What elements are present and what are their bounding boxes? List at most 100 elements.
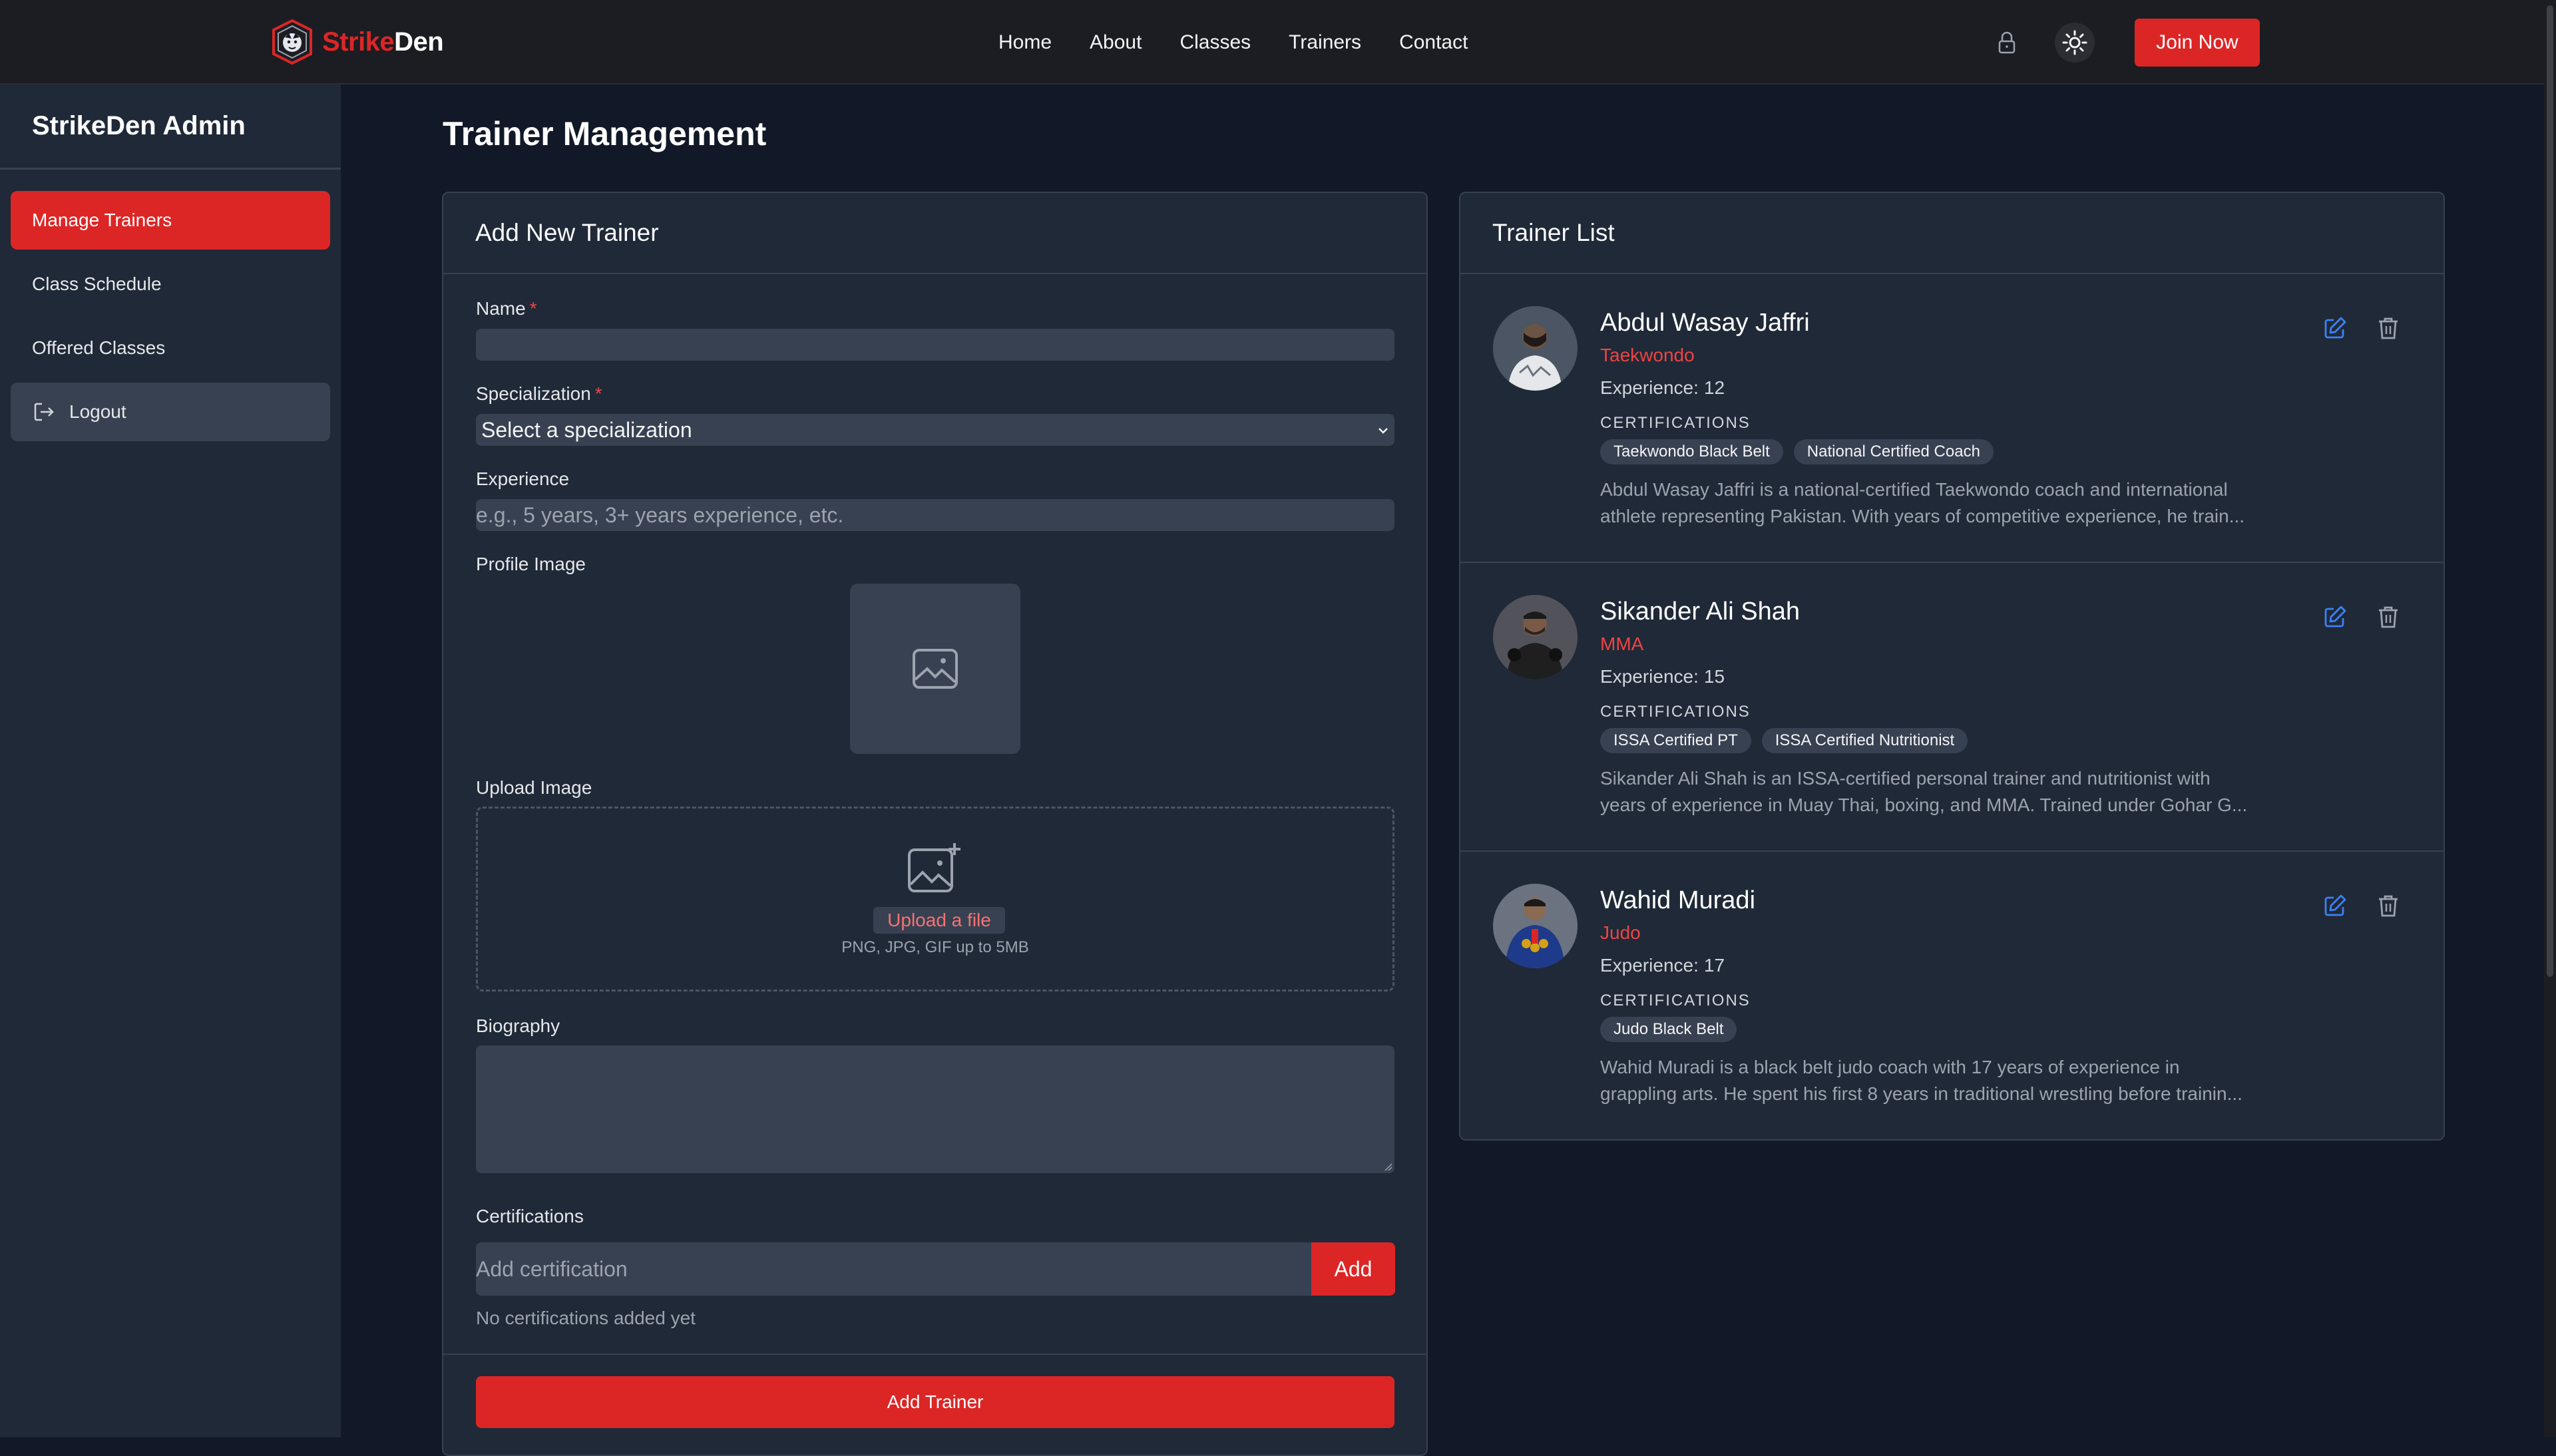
experience-label: Experience: (1600, 955, 1699, 976)
avatar (1493, 595, 1578, 679)
main-nav: Home About Classes Trainers Contact (998, 0, 1506, 85)
nav-link-contact[interactable]: Contact (1399, 31, 1468, 54)
specialization-label: Specialization * (476, 383, 602, 405)
trainer-specialization: MMA (1600, 634, 1644, 654)
scrollbar-thumb[interactable] (2547, 5, 2553, 977)
image-dropzone[interactable]: Upload a file PNG, JPG, GIF up to 5MB (476, 807, 1394, 992)
profile-image-preview (850, 584, 1020, 754)
name-label: Name * (476, 298, 537, 319)
required-mark: * (594, 383, 602, 404)
trainer-specialization: Taekwondo (1600, 345, 1695, 365)
trainer-item: Abdul Wasay Jaffri Taekwondo Experience:… (1460, 274, 2444, 563)
nav-link-about[interactable]: About (1090, 31, 1142, 54)
trainer-photo (1493, 595, 1578, 679)
add-trainer-button[interactable]: Add Trainer (476, 1376, 1394, 1428)
logout-label: Logout (69, 401, 126, 422)
tiger-logo-icon (272, 19, 312, 65)
sun-icon (2062, 30, 2087, 55)
experience-label: Experience: (1600, 377, 1699, 398)
certification-input[interactable]: Add certification (476, 1242, 1311, 1296)
biography-textarea[interactable] (476, 1045, 1394, 1173)
page-scrollbar[interactable] (2544, 0, 2556, 1437)
trainer-photo (1493, 306, 1578, 391)
trainer-bio-line: grappling arts. He spent his first 8 yea… (1600, 1083, 2242, 1104)
sidebar-item-class-schedule[interactable]: Class Schedule (11, 255, 330, 313)
certification-chip: Judo Black Belt (1600, 1017, 1737, 1042)
certifications-label: Certifications (476, 1206, 584, 1226)
brand-name-den: Den (394, 27, 444, 57)
sidebar-title: StrikeDen Admin (0, 85, 341, 170)
biography-label: Biography (476, 1015, 560, 1036)
certification-chip: ISSA Certified Nutritionist (1761, 728, 1968, 753)
image-plus-icon (908, 843, 960, 892)
sidebar-item-offered-classes[interactable]: Offered Classes (11, 319, 330, 377)
nav-link-classes[interactable]: Classes (1179, 31, 1251, 54)
trash-icon[interactable] (2376, 315, 2401, 341)
trainer-bio-line: Sikander Ali Shah is an ISSA-certified p… (1600, 768, 2211, 789)
brand-name: StrikeDen (322, 27, 444, 57)
trainer-name: Sikander Ali Shah (1600, 598, 1800, 626)
nav-link-home[interactable]: Home (998, 31, 1052, 54)
sidebar-item-manage-trainers[interactable]: Manage Trainers (11, 191, 330, 250)
nav-actions: Join Now (1994, 0, 2260, 85)
certification-chips: ISSA Certified PT ISSA Certified Nutriti… (1600, 728, 1978, 753)
add-trainer-heading: Add New Trainer (443, 193, 1426, 274)
chevron-down-icon (1379, 428, 1388, 434)
logout-icon (34, 403, 54, 421)
join-now-button[interactable]: Join Now (2135, 18, 2260, 67)
certifications-heading: CERTIFICATIONS (1600, 414, 1751, 432)
trainer-bio-line: years of experience in Muay Thai, boxing… (1600, 795, 2248, 815)
trash-icon[interactable] (2376, 604, 2401, 630)
certification-chip: ISSA Certified PT (1600, 728, 1751, 753)
lock-icon[interactable] (1994, 29, 2020, 56)
sidebar-item-logout[interactable]: Logout (11, 383, 330, 441)
experience-value: 15 (1703, 666, 1725, 687)
trainer-experience: Experience: 12 (1600, 377, 1725, 399)
trainer-bio: Abdul Wasay Jaffri is a national-certifi… (1600, 476, 2292, 530)
form-divider (443, 1354, 1426, 1355)
trainer-bio-line: Abdul Wasay Jaffri is a national-certifi… (1600, 479, 2228, 500)
theme-toggle-button[interactable] (2055, 22, 2095, 63)
upload-file-link[interactable]: Upload a file (873, 907, 1005, 934)
image-placeholder-icon (913, 649, 958, 689)
add-trainer-card: Add New Trainer Name * Specialization * Se… (442, 192, 1428, 1456)
trainer-list-heading: Trainer List (1460, 193, 2444, 274)
specialization-label-text: Specialization (476, 383, 591, 404)
edit-icon[interactable] (2322, 893, 2348, 918)
certification-chips: Taekwondo Black Belt National Certified … (1600, 439, 2004, 464)
trainer-name: Abdul Wasay Jaffri (1600, 309, 1810, 337)
trainer-photo (1493, 884, 1578, 968)
resize-grip-icon[interactable] (1383, 1161, 1393, 1172)
trainer-bio: Sikander Ali Shah is an ISSA-certified p… (1600, 765, 2292, 819)
trainer-bio: Wahid Muradi is a black belt judo coach … (1600, 1054, 2292, 1107)
specialization-select[interactable]: Select a specialization (476, 414, 1394, 446)
brand-name-strike: Strike (322, 27, 395, 57)
edit-icon[interactable] (2322, 604, 2348, 630)
specialization-selected-value: Select a specialization (481, 417, 692, 442)
experience-label: Experience: (1600, 666, 1699, 687)
name-label-text: Name (476, 298, 526, 319)
trainer-experience: Experience: 17 (1600, 955, 1725, 976)
experience-input[interactable]: e.g., 5 years, 3+ years experience, etc. (476, 499, 1394, 531)
trainer-bio-line: Wahid Muradi is a black belt judo coach … (1600, 1057, 2180, 1077)
edit-icon[interactable] (2322, 315, 2348, 341)
certifications-heading: CERTIFICATIONS (1600, 992, 1751, 1009)
trash-icon[interactable] (2376, 893, 2401, 918)
trainer-name: Wahid Muradi (1600, 886, 1756, 914)
add-certification-button[interactable]: Add (1311, 1242, 1395, 1296)
certification-chips: Judo Black Belt (1600, 1017, 1747, 1042)
upload-hint: PNG, JPG, GIF up to 5MB (841, 938, 1029, 956)
certification-chip: National Certified Coach (1793, 439, 1994, 464)
certifications-heading: CERTIFICATIONS (1600, 703, 1751, 721)
experience-value: 12 (1703, 377, 1725, 398)
admin-sidebar: StrikeDen Admin Manage Trainers Class Sc… (0, 85, 341, 1437)
name-input[interactable] (476, 329, 1394, 361)
required-mark: * (529, 298, 537, 319)
experience-label: Experience (476, 468, 570, 489)
trainer-specialization: Judo (1600, 922, 1641, 943)
nav-link-trainers[interactable]: Trainers (1289, 31, 1361, 54)
no-certifications-text: No certifications added yet (476, 1308, 696, 1328)
trainer-item: Sikander Ali Shah MMA Experience: 15 CERT… (1460, 563, 2444, 852)
brand-logo[interactable]: StrikeDen (269, 19, 444, 65)
avatar (1493, 884, 1578, 968)
